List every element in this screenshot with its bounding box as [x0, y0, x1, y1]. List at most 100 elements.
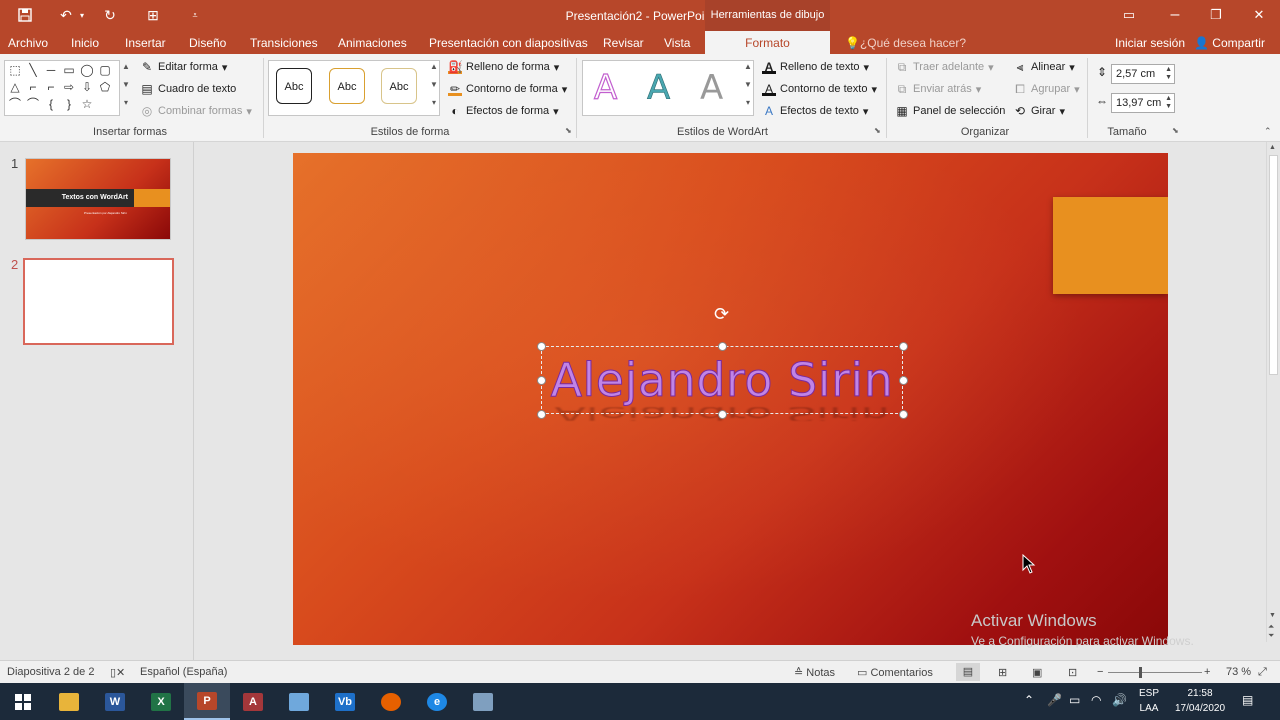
wordart-scroll-down-icon[interactable]: ▼ [742, 80, 754, 89]
slide-thumbnail-2[interactable] [23, 258, 174, 345]
vertical-scrollbar[interactable]: ▲ ▼ ⏶ ⏷ [1266, 142, 1280, 642]
wordart-style-teal-a[interactable]: A [647, 68, 671, 109]
wifi-icon[interactable]: ◠ [1091, 693, 1101, 707]
zoom-level[interactable]: 73 % [1226, 666, 1251, 678]
taskbar-word-icon[interactable]: W [92, 683, 138, 720]
spin-up-icon[interactable]: ▲ [1165, 95, 1172, 103]
spin-up-icon[interactable]: ▲ [1165, 66, 1172, 74]
clock[interactable]: 21:58 17/04/2020 [1172, 686, 1228, 716]
taskbar-explorer-icon[interactable] [46, 683, 92, 720]
taskbar-firefox-icon[interactable] [368, 683, 414, 720]
line-shape-icon[interactable]: ╲ [24, 62, 42, 79]
right-arrow-shape-icon[interactable]: ⇨ [60, 79, 78, 96]
group-button[interactable]: ⧠ Agrupar ▾ [1013, 82, 1079, 96]
shape-styles-launcher-icon[interactable]: ⬊ [565, 126, 572, 135]
wordart-style-gray-a[interactable]: A [700, 68, 723, 108]
shape-effects-button[interactable]: ◐ Efectos de forma ▾ [448, 104, 558, 118]
text-box-button[interactable]: ▤ Cuadro de texto [140, 82, 236, 96]
notifications-icon[interactable]: ▤ [1242, 693, 1253, 707]
resize-handle[interactable] [899, 376, 908, 385]
scroll-up-icon[interactable]: ▲ [1269, 144, 1276, 151]
language-indicator[interactable]: Español (España) [140, 666, 227, 678]
width-field[interactable]: 13,97 cm ▲ ▼ [1111, 93, 1175, 113]
size-launcher-icon[interactable]: ⬊ [1172, 126, 1179, 135]
taskbar-edge-icon[interactable]: e [414, 683, 460, 720]
height-field[interactable]: 2,57 cm ▲ ▼ [1111, 64, 1175, 84]
slide-thumbnail-1[interactable]: Textos con WordArt Presentación por Alej… [25, 158, 171, 240]
tell-me-search[interactable]: 💡¿Qué desea hacer? [845, 36, 966, 50]
taskbar-powerpoint-icon[interactable]: P [184, 683, 230, 720]
customize-qat-icon[interactable]: ⩡ [187, 6, 203, 24]
shapes-more-icon[interactable]: ▾ [120, 98, 132, 107]
tab-revisar[interactable]: Revisar [603, 36, 644, 50]
elbow-connector-icon[interactable]: ⌐ [24, 79, 42, 96]
undo-icon[interactable]: ↶ [55, 6, 77, 24]
tab-vista[interactable]: Vista [664, 36, 690, 50]
zoom-out-button[interactable]: − [1097, 666, 1103, 678]
save-icon[interactable] [14, 6, 36, 24]
tab-formato[interactable]: Formato [705, 31, 830, 54]
notes-button[interactable]: ≙ Notas [794, 666, 835, 679]
reading-view-icon[interactable]: ▣ [1032, 666, 1042, 679]
wordart-more-icon[interactable]: ▾ [742, 98, 754, 107]
shape-style-swatch-1[interactable]: Abc [276, 68, 312, 104]
tray-chevron-icon[interactable]: ⌃ [1024, 693, 1034, 707]
volume-icon[interactable]: 🔊 [1112, 693, 1127, 707]
resize-handle[interactable] [899, 342, 908, 351]
zoom-in-button[interactable]: + [1204, 666, 1210, 678]
slideshow-view-icon[interactable]: ⊡ [1068, 666, 1077, 679]
rounded-rect-shape-icon[interactable]: ▢ [96, 62, 114, 79]
merge-shapes-button[interactable]: ◎ Combinar formas ▾ [140, 104, 252, 118]
shape-style-swatch-3[interactable]: Abc [381, 68, 417, 104]
next-slide-icon[interactable]: ⏷ [1268, 631, 1274, 641]
undo-dropdown-icon[interactable]: ▾ [76, 6, 88, 24]
fit-slide-icon[interactable]: ⤢ [1258, 666, 1267, 679]
spin-down-icon[interactable]: ▼ [1165, 74, 1172, 82]
rotate-button[interactable]: ⟲ Girar ▾ [1013, 104, 1065, 118]
input-language[interactable]: ESP LAA [1139, 686, 1159, 716]
elbow-connector2-icon[interactable]: ⌐ [42, 79, 60, 96]
tab-archivo[interactable]: Archivo [8, 36, 48, 50]
spellcheck-icon[interactable]: ▯✕ [110, 666, 125, 679]
present-icon[interactable]: ⊞ [142, 6, 164, 24]
arc-shape-icon[interactable]: ⌒ [24, 96, 42, 113]
shape-fill-button[interactable]: ⛽ Relleno de forma ▾ [448, 60, 559, 74]
resize-handle[interactable] [537, 410, 546, 419]
shapes-scroll-down-icon[interactable]: ▼ [120, 80, 132, 89]
pentagon-shape-icon[interactable]: ⬠ [96, 79, 114, 96]
sorter-view-icon[interactable]: ⊞ [998, 666, 1007, 679]
styles-more-icon[interactable]: ▾ [428, 98, 440, 107]
text-effects-button[interactable]: A Efectos de texto ▾ [762, 104, 868, 118]
zoom-slider-track[interactable] [1108, 672, 1202, 673]
tab-insertar[interactable]: Insertar [125, 36, 166, 50]
send-backward-button[interactable]: ⧉ Enviar atrás ▾ [895, 82, 982, 96]
edit-shape-button[interactable]: ✎ Editar forma ▾ [140, 60, 227, 74]
minimize-button[interactable]: – [1163, 5, 1187, 25]
shape-style-swatch-2[interactable]: Abc [329, 68, 365, 104]
down-arrow-shape-icon[interactable]: ⇩ [78, 79, 96, 96]
taskbar-access-icon[interactable]: A [230, 683, 276, 720]
ribbon-display-button[interactable]: ▭ [1117, 5, 1141, 25]
wordart-scroll-up-icon[interactable]: ▲ [742, 62, 754, 71]
rotate-handle-icon[interactable]: ⟳ [714, 305, 729, 323]
textbox-shape-icon[interactable]: ⬚ [6, 62, 24, 79]
normal-view-icon[interactable]: ▤ [956, 663, 980, 681]
styles-scroll-down-icon[interactable]: ▼ [428, 80, 440, 89]
microphone-icon[interactable]: 🎤 [1047, 693, 1062, 707]
align-button[interactable]: ⫷ Alinear ▾ [1013, 60, 1075, 74]
left-brace-shape-icon[interactable]: { [42, 96, 60, 113]
bring-forward-button[interactable]: ⧉ Traer adelante ▾ [895, 60, 994, 74]
scroll-thumb[interactable] [1269, 155, 1278, 375]
right-brace-shape-icon[interactable]: } [60, 96, 78, 113]
comments-button[interactable]: ▭ Comentarios [857, 666, 933, 679]
text-outline-button[interactable]: A Contorno de texto ▾ [762, 82, 877, 96]
oval-shape-icon[interactable]: ◯ [78, 62, 96, 79]
resize-handle[interactable] [537, 376, 546, 385]
taskbar-3d-box-icon[interactable] [276, 683, 322, 720]
resize-handle[interactable] [718, 410, 727, 419]
resize-handle[interactable] [718, 342, 727, 351]
sign-in-link[interactable]: Iniciar sesión [1115, 36, 1185, 50]
tab-inicio[interactable]: Inicio [71, 36, 99, 50]
spin-down-icon[interactable]: ▼ [1165, 103, 1172, 111]
tab-animaciones[interactable]: Animaciones [338, 36, 407, 50]
